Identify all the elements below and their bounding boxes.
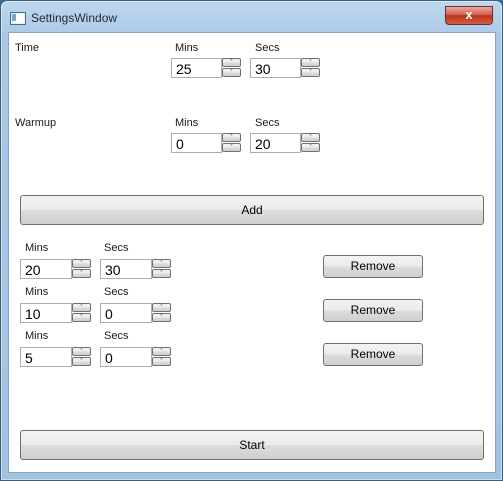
- interval-3-remove-button[interactable]: Remove: [323, 343, 423, 366]
- chevron-down-icon[interactable]: ˅: [222, 68, 241, 77]
- warmup-mins-stepper[interactable]: 0 ˄ ˅: [171, 133, 241, 153]
- time-mins-label: Mins: [175, 42, 199, 54]
- interval-2-mins-input[interactable]: 10: [20, 303, 72, 323]
- chevron-up-icon[interactable]: ˄: [301, 133, 320, 142]
- interval-1-mins-input[interactable]: 20: [20, 259, 72, 279]
- interval-2-remove-button[interactable]: Remove: [323, 299, 423, 322]
- interval-mins-label: Mins: [25, 242, 49, 254]
- interval-secs-label: Secs: [104, 242, 129, 254]
- interval-3-mins-stepper[interactable]: 5 ˄ ˅: [20, 347, 91, 367]
- warmup-mins-label: Mins: [175, 117, 199, 129]
- chevron-down-icon[interactable]: ˅: [152, 357, 171, 366]
- chevron-down-icon[interactable]: ˅: [301, 68, 320, 77]
- chevron-up-icon[interactable]: ˄: [152, 303, 171, 312]
- chevron-up-icon[interactable]: ˄: [72, 303, 91, 312]
- interval-2-secs-stepper[interactable]: 0 ˄ ˅: [100, 303, 171, 323]
- warmup-mins-input[interactable]: 0: [171, 133, 222, 153]
- chevron-up-icon[interactable]: ˄: [222, 133, 241, 142]
- interval-3-secs-input[interactable]: 0: [100, 347, 152, 367]
- chevron-up-icon[interactable]: ˄: [301, 58, 320, 67]
- window-icon: [10, 12, 26, 25]
- interval-mins-label: Mins: [25, 330, 49, 342]
- interval-1-mins-stepper[interactable]: 20 ˄ ˅: [20, 259, 91, 279]
- client-area: Time Mins Secs 25 ˄ ˅ 30 ˄ ˅ Warmup Mins…: [8, 32, 496, 473]
- chevron-up-icon[interactable]: ˄: [152, 347, 171, 356]
- chevron-up-icon[interactable]: ˄: [72, 259, 91, 268]
- time-secs-label: Secs: [255, 42, 280, 54]
- interval-1-remove-button[interactable]: Remove: [323, 255, 423, 278]
- chevron-down-icon[interactable]: ˅: [72, 269, 91, 278]
- warmup-label: Warmup: [15, 117, 57, 129]
- interval-2-mins-stepper[interactable]: 10 ˄ ˅: [20, 303, 91, 323]
- chevron-down-icon[interactable]: ˅: [72, 313, 91, 322]
- warmup-secs-stepper[interactable]: 20 ˄ ˅: [250, 133, 320, 153]
- warmup-secs-input[interactable]: 20: [250, 133, 301, 153]
- settings-window: SettingsWindow x Time Mins Secs 25 ˄ ˅ 3…: [0, 0, 503, 481]
- time-mins-stepper[interactable]: 25 ˄ ˅: [171, 58, 241, 78]
- interval-1-secs-input[interactable]: 30: [100, 259, 152, 279]
- chevron-up-icon[interactable]: ˄: [152, 259, 171, 268]
- interval-1-secs-stepper[interactable]: 30 ˄ ˅: [100, 259, 171, 279]
- chevron-down-icon[interactable]: ˅: [152, 269, 171, 278]
- title-bar[interactable]: SettingsWindow x: [1, 1, 502, 33]
- time-secs-stepper[interactable]: 30 ˄ ˅: [250, 58, 320, 78]
- start-button[interactable]: Start: [20, 430, 484, 460]
- chevron-up-icon[interactable]: ˄: [222, 58, 241, 67]
- chevron-down-icon[interactable]: ˅: [152, 313, 171, 322]
- window-title: SettingsWindow: [31, 11, 118, 25]
- chevron-up-icon[interactable]: ˄: [72, 347, 91, 356]
- chevron-down-icon[interactable]: ˅: [72, 357, 91, 366]
- interval-mins-label: Mins: [25, 286, 49, 298]
- time-mins-input[interactable]: 25: [171, 58, 222, 78]
- interval-3-mins-input[interactable]: 5: [20, 347, 72, 367]
- chevron-down-icon[interactable]: ˅: [222, 143, 241, 152]
- warmup-secs-label: Secs: [255, 117, 280, 129]
- chevron-down-icon[interactable]: ˅: [301, 143, 320, 152]
- close-button[interactable]: x: [445, 6, 493, 25]
- interval-secs-label: Secs: [104, 330, 129, 342]
- interval-2-secs-input[interactable]: 0: [100, 303, 152, 323]
- add-button[interactable]: Add: [20, 195, 484, 225]
- interval-3-secs-stepper[interactable]: 0 ˄ ˅: [100, 347, 171, 367]
- interval-secs-label: Secs: [104, 286, 129, 298]
- time-label: Time: [15, 42, 40, 54]
- time-secs-input[interactable]: 30: [250, 58, 301, 78]
